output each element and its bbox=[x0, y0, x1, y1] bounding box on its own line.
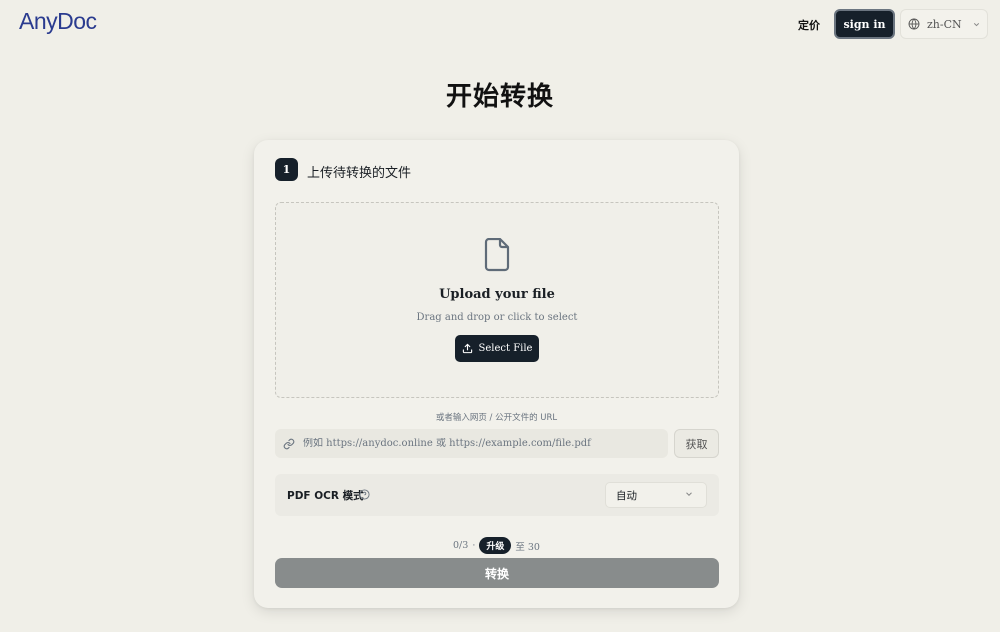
help-circle-icon[interactable] bbox=[359, 489, 370, 500]
quota-used: 0/3 bbox=[453, 540, 469, 551]
quota-limit: 至 30 bbox=[515, 541, 540, 553]
globe-icon bbox=[908, 18, 920, 30]
url-field[interactable] bbox=[275, 429, 668, 458]
file-dropzone[interactable]: Upload your file Drag and drop or click … bbox=[275, 202, 719, 398]
upgrade-button[interactable]: 升级 bbox=[479, 537, 512, 554]
ocr-mode-label: PDF OCR 模式 bbox=[287, 490, 364, 502]
url-input[interactable] bbox=[303, 438, 663, 449]
step-title: 上传待转换的文件 bbox=[307, 166, 412, 181]
fetch-button[interactable]: 获取 bbox=[674, 429, 719, 458]
nav-pricing-link[interactable]: 定价 bbox=[798, 17, 820, 33]
quota-separator: · bbox=[472, 540, 476, 551]
file-icon bbox=[484, 238, 510, 272]
upload-title: Upload your file bbox=[439, 287, 555, 302]
ocr-mode-value: 自动 bbox=[616, 489, 637, 502]
ocr-mode-select[interactable]: 自动 bbox=[605, 482, 707, 508]
sign-in-button[interactable]: sign in bbox=[834, 9, 895, 39]
quota-info: 0/3 · 升级 至 30 bbox=[254, 537, 739, 554]
upload-icon bbox=[462, 343, 472, 354]
language-label: zh-CN bbox=[927, 17, 962, 31]
page-title: 开始转换 bbox=[445, 82, 554, 112]
select-file-button[interactable]: Select File bbox=[455, 335, 539, 362]
conversion-card: 1 上传待转换的文件 Upload your file Drag and dro… bbox=[254, 140, 739, 608]
url-label: 或者输入网页 / 公开文件的 URL bbox=[435, 413, 558, 423]
step-number-badge: 1 bbox=[275, 158, 298, 181]
link-icon bbox=[283, 438, 295, 449]
upload-subtitle: Drag and drop or click to select bbox=[416, 312, 578, 323]
chevron-down-icon bbox=[686, 492, 692, 496]
logo[interactable]: AnyDoc bbox=[19, 8, 97, 35]
select-file-label: Select File bbox=[478, 343, 533, 354]
ocr-mode-row: PDF OCR 模式 自动 bbox=[275, 474, 719, 516]
chevron-down-icon bbox=[973, 22, 979, 26]
language-select[interactable]: zh-CN bbox=[900, 9, 988, 39]
convert-button[interactable]: 转换 bbox=[275, 558, 719, 588]
